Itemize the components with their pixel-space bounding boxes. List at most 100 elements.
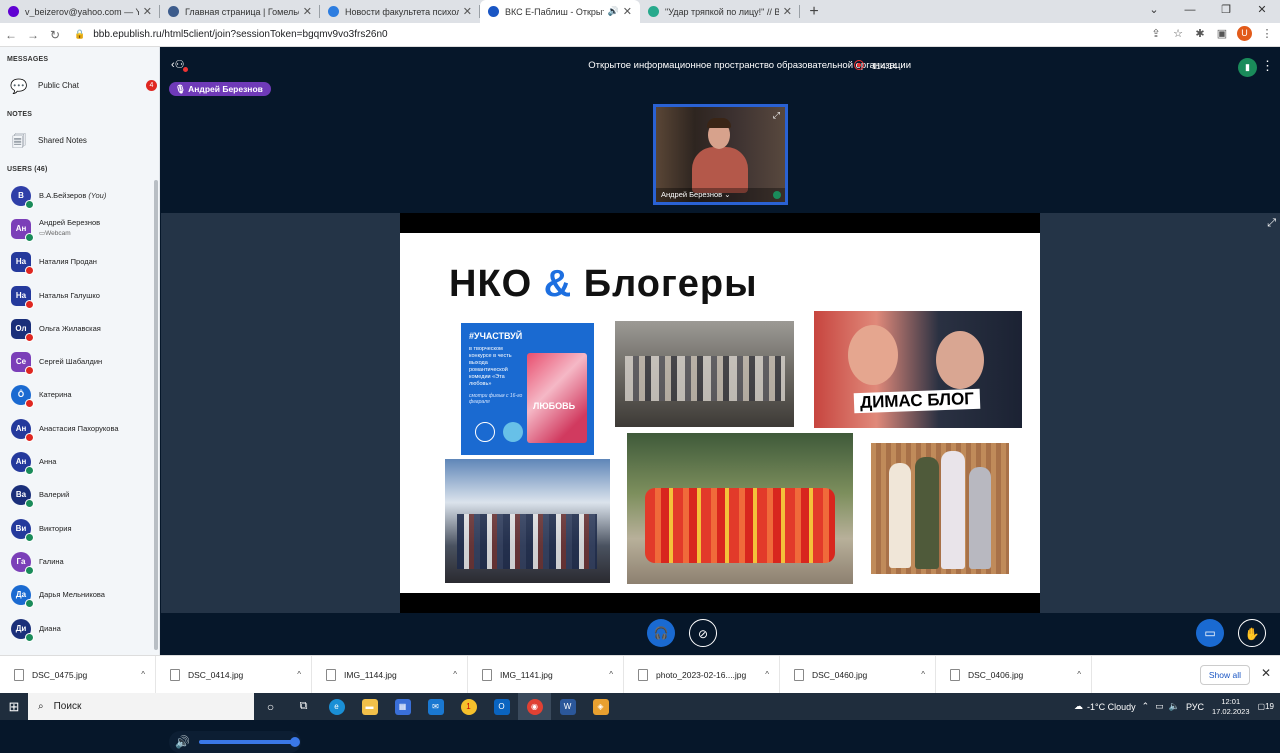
- profile-avatar[interactable]: U: [1237, 26, 1252, 41]
- fullscreen-icon[interactable]: ⤢: [1267, 217, 1276, 230]
- notes-header: NOTES: [7, 111, 33, 118]
- cortana-icon[interactable]: ○: [254, 693, 287, 720]
- user-list-item[interactable]: Да Дарья Мельникова: [0, 579, 159, 612]
- presentation-toggle-button[interactable]: ▭: [1196, 619, 1224, 647]
- browser-tab[interactable]: Новости факультета психологи ✕: [320, 0, 480, 23]
- user-initials: Ан: [15, 223, 27, 233]
- close-downloads-icon[interactable]: ✕: [1261, 666, 1271, 680]
- download-item[interactable]: DSC_0475.jpg ^: [0, 655, 156, 694]
- url-field[interactable]: 🔒 bbb.epublish.ru/html5client/join?sessi…: [74, 29, 388, 40]
- public-chat-item[interactable]: 💬 Public Chat 4: [0, 69, 159, 102]
- user-list-item[interactable]: Ди Диана: [0, 612, 159, 645]
- 1c-icon[interactable]: 1: [452, 693, 485, 720]
- volume-icon[interactable]: 🔈: [1169, 701, 1180, 712]
- chrome-icon[interactable]: ◉: [518, 693, 551, 720]
- audio-headphones-button[interactable]: 🎧: [647, 619, 675, 647]
- shared-notes-item[interactable]: 🗐 Shared Notes: [0, 124, 159, 157]
- volume-slider-handle[interactable]: [290, 737, 300, 747]
- forward-icon[interactable]: →: [22, 28, 44, 42]
- minimize-button[interactable]: —: [1172, 0, 1208, 20]
- user-list-item[interactable]: Ви Виктория: [0, 512, 159, 545]
- task-view-icon[interactable]: ⧉: [287, 693, 320, 720]
- tab-close-icon[interactable]: ✕: [783, 5, 792, 18]
- share-webcam-button[interactable]: ⊘: [689, 619, 717, 647]
- close-window-button[interactable]: ✕: [1244, 0, 1280, 20]
- download-options-icon[interactable]: ^: [609, 670, 613, 679]
- app-icon[interactable]: ◈: [584, 693, 617, 720]
- download-item[interactable]: DSC_0414.jpg ^: [156, 655, 312, 694]
- download-options-icon[interactable]: ^: [141, 670, 145, 679]
- user-list-item[interactable]: На Наталья Галушко: [0, 279, 159, 312]
- download-item[interactable]: DSC_0460.jpg ^: [780, 655, 936, 694]
- mail-icon[interactable]: ✉: [419, 693, 452, 720]
- sidepanel-icon[interactable]: ▣: [1215, 27, 1229, 40]
- poster-text: в творческом конкурсе в честь выхода ром…: [469, 346, 512, 387]
- tray-chevron-icon[interactable]: ⌃: [1142, 701, 1150, 712]
- user-list-item[interactable]: Ан Андрей Березнов ▭Webcam: [0, 212, 159, 245]
- user-list-item[interactable]: Се Сергей Шабалдин: [0, 345, 159, 378]
- user-list-item[interactable]: Ол Ольга Жилавская: [0, 312, 159, 345]
- browser-tab[interactable]: Главная страница | Гомельский ✕: [160, 0, 320, 23]
- download-item[interactable]: IMG_1141.jpg ^: [468, 655, 624, 694]
- store-icon[interactable]: ▦: [386, 693, 419, 720]
- extensions-icon[interactable]: ✱: [1193, 27, 1207, 40]
- webcam-tile[interactable]: ⤢ Андрей Березнов ⌄: [653, 104, 788, 205]
- browser-tab[interactable]: v_beizerov@yahoo.com — Yaho ✕: [0, 0, 160, 23]
- download-options-icon[interactable]: ^: [1077, 670, 1081, 679]
- weather-text[interactable]: -1°C Cloudy: [1087, 702, 1136, 712]
- user-name: Диана: [39, 623, 61, 633]
- clock[interactable]: 12:01 17.02.2023: [1212, 697, 1250, 717]
- download-item[interactable]: photo_2023-02-16....jpg ^: [624, 655, 780, 694]
- connection-status-icon[interactable]: ▮: [1238, 58, 1257, 77]
- download-options-icon[interactable]: ^: [765, 670, 769, 679]
- tab-close-icon[interactable]: ✕: [143, 5, 152, 18]
- tab-close-icon[interactable]: ✕: [623, 5, 632, 18]
- share-icon[interactable]: ⇪: [1149, 27, 1163, 40]
- browser-tab[interactable]: ВКС Е-Паблиш - Открытое 🔊 ✕: [480, 0, 640, 23]
- tab-close-icon[interactable]: ✕: [303, 5, 312, 18]
- notifications-icon[interactable]: ▢19: [1258, 702, 1274, 711]
- download-options-icon[interactable]: ^: [921, 670, 925, 679]
- windows-start-icon[interactable]: ⊞: [0, 699, 28, 715]
- back-icon[interactable]: ←: [0, 28, 22, 42]
- language-indicator[interactable]: РУС: [1186, 702, 1204, 712]
- maximize-button[interactable]: ❐: [1208, 0, 1244, 20]
- edge-icon[interactable]: e: [320, 693, 353, 720]
- explorer-icon[interactable]: ▬: [353, 693, 386, 720]
- download-item[interactable]: IMG_1144.jpg ^: [312, 655, 468, 694]
- speaker-icon[interactable]: 🔊: [175, 735, 190, 749]
- bookmark-star-icon[interactable]: ☆: [1171, 27, 1185, 40]
- outlook-icon[interactable]: O: [485, 693, 518, 720]
- expand-icon[interactable]: ⤢: [773, 110, 780, 121]
- tab-audio-icon[interactable]: 🔊: [608, 6, 619, 17]
- user-list-item[interactable]: Ô Катерина: [0, 379, 159, 412]
- options-kebab-icon[interactable]: ⋮: [1261, 58, 1274, 74]
- browser-toolbar: ⇪ ☆ ✱ ▣ U ⋮: [1149, 26, 1274, 41]
- taskbar-search[interactable]: ⌕ Поиск: [28, 693, 254, 720]
- browser-tab[interactable]: "Удар тряпкой по лицу!" // ВОС ✕: [640, 0, 800, 23]
- sidebar-scrollbar[interactable]: [154, 180, 158, 650]
- reload-icon[interactable]: ↻: [44, 28, 66, 42]
- new-tab-button[interactable]: +: [800, 0, 828, 23]
- word-icon[interactable]: W: [551, 693, 584, 720]
- user-avatar: B: [11, 185, 34, 209]
- download-item[interactable]: DSC_0406.jpg ^: [936, 655, 1092, 694]
- slide-poster-image: #УЧАСТВУЙ в творческом конкурсе в честь …: [461, 323, 594, 455]
- tab-close-icon[interactable]: ✕: [463, 5, 472, 18]
- download-options-icon[interactable]: ^: [297, 670, 301, 679]
- user-list-item[interactable]: Ан Анастасия Пахорукова: [0, 412, 159, 445]
- user-list-item[interactable]: B В.А.Бейзеров (You): [0, 179, 159, 212]
- network-icon[interactable]: ▭: [1155, 701, 1164, 712]
- download-options-icon[interactable]: ^: [453, 670, 457, 679]
- user-list-item[interactable]: Ва Валерий: [0, 479, 159, 512]
- user-list-item[interactable]: На Наталия Продан: [0, 246, 159, 279]
- user-list-item[interactable]: Га Галина: [0, 545, 159, 578]
- show-all-button[interactable]: Show all: [1199, 665, 1250, 685]
- volume-slider-track[interactable]: [199, 740, 295, 744]
- user-list-item[interactable]: Ан Анна: [0, 445, 159, 478]
- raise-hand-button[interactable]: ✋: [1238, 619, 1266, 647]
- downloads-bar: DSC_0475.jpg ^ DSC_0414.jpg ^ IMG_1144.jpg ^ I…: [0, 655, 1280, 694]
- tab-search-icon[interactable]: ⌄: [1136, 0, 1172, 20]
- record-icon[interactable]: [854, 60, 864, 70]
- menu-kebab-icon[interactable]: ⋮: [1260, 27, 1274, 40]
